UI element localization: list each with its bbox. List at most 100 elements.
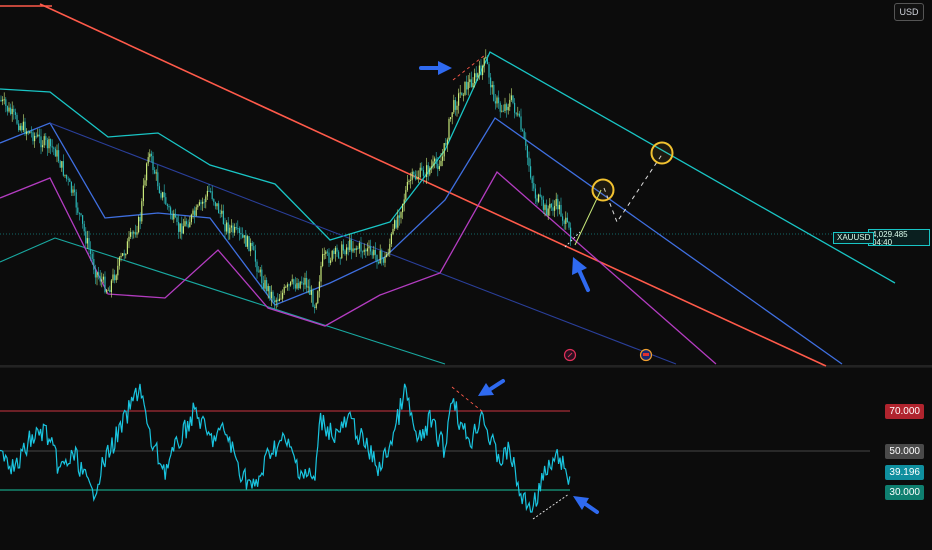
candle-body — [426, 165, 428, 177]
candle-body — [11, 108, 13, 115]
candle-body — [184, 221, 186, 227]
candle-body — [235, 226, 237, 229]
candle-body — [424, 175, 426, 177]
target-circle-icon[interactable] — [591, 178, 615, 202]
candle-body — [203, 201, 205, 203]
candle-body — [285, 286, 287, 288]
candle-body — [477, 73, 479, 78]
chart-canvas[interactable] — [0, 0, 932, 550]
candle-body — [338, 251, 340, 258]
candle-body — [88, 238, 90, 249]
candle-body — [194, 210, 196, 216]
candle-body — [270, 291, 272, 299]
candle-body — [149, 153, 151, 158]
candle-body — [414, 174, 416, 180]
candle-body — [443, 143, 445, 157]
candle-body — [536, 198, 538, 202]
candle-body — [413, 171, 415, 175]
candle-body — [379, 250, 381, 264]
price-badge[interactable]: XAUUSD 4,029.485 04:40 — [833, 229, 930, 247]
candle-body — [531, 177, 533, 184]
event-flag-icon[interactable] — [639, 348, 653, 362]
candle-body — [251, 242, 253, 247]
candle-body — [173, 213, 175, 220]
candle-body — [325, 251, 327, 255]
candle-body — [286, 284, 288, 287]
candle-body — [267, 286, 269, 292]
candle-body — [29, 131, 31, 134]
candle-body — [365, 249, 367, 252]
candle-body — [366, 248, 368, 252]
candle-body — [490, 77, 492, 88]
candle-body — [390, 234, 392, 244]
candle-body — [374, 249, 376, 255]
candle-body — [256, 261, 258, 272]
candle-body — [496, 97, 498, 104]
candle-body — [360, 243, 362, 252]
target-circle-icon[interactable] — [650, 141, 674, 165]
candle-body — [182, 226, 184, 234]
candle-body — [480, 65, 482, 76]
candle-body — [14, 111, 16, 115]
candle-body — [213, 199, 215, 203]
candle-body — [253, 246, 255, 251]
candle-body — [376, 254, 378, 263]
candle-body — [80, 213, 82, 216]
candle-body — [102, 276, 104, 280]
candle-body — [150, 153, 152, 157]
candle-body — [86, 238, 88, 244]
candle-body — [130, 232, 132, 237]
candle-body — [208, 190, 210, 192]
candle-body — [435, 158, 437, 164]
candle-body — [438, 166, 440, 170]
candle-body — [422, 170, 424, 176]
candle-body — [37, 134, 39, 137]
candle-body — [229, 227, 231, 234]
candle-body — [210, 191, 212, 192]
candle-body — [146, 163, 148, 181]
currency-button[interactable]: USD — [894, 3, 924, 21]
candle-body — [288, 284, 290, 286]
candle-body — [370, 246, 372, 252]
candle-body — [400, 212, 402, 218]
candle-body — [190, 214, 192, 223]
candle-body — [533, 183, 535, 189]
candle-body — [429, 168, 431, 175]
candle-body — [517, 113, 519, 115]
candle-body — [560, 204, 562, 217]
candle-body — [486, 56, 488, 65]
symbol-label: XAUUSD — [833, 232, 875, 244]
candle-body — [552, 207, 554, 211]
candle-body — [440, 160, 442, 167]
candle-body — [48, 139, 50, 149]
candle-body — [250, 242, 252, 252]
candle-body — [162, 192, 164, 198]
candle-body — [474, 73, 476, 84]
candle-body — [107, 289, 109, 291]
candle-body — [539, 194, 541, 197]
candle-body — [254, 250, 256, 262]
candle-body — [277, 299, 279, 302]
candle-body — [214, 202, 216, 207]
candle-body — [507, 106, 509, 111]
candle-body — [296, 283, 298, 289]
candle-body — [109, 289, 111, 293]
candle-body — [382, 257, 384, 263]
candle-body — [416, 178, 418, 180]
candle-body — [168, 205, 170, 208]
candle-body — [445, 143, 447, 145]
candle-body — [475, 73, 477, 78]
candle-body — [451, 112, 453, 118]
candle-body — [565, 217, 567, 224]
candle-body — [53, 147, 55, 149]
candle-body — [187, 224, 189, 228]
event-flag-icon[interactable] — [563, 348, 577, 362]
candle-body — [494, 101, 496, 104]
candle-body — [45, 136, 47, 140]
candle-body — [32, 132, 34, 142]
candle-body — [541, 196, 543, 200]
candle-body — [427, 165, 429, 175]
candle-body — [83, 223, 85, 232]
candle-body — [547, 208, 549, 216]
candle-body — [328, 252, 330, 263]
